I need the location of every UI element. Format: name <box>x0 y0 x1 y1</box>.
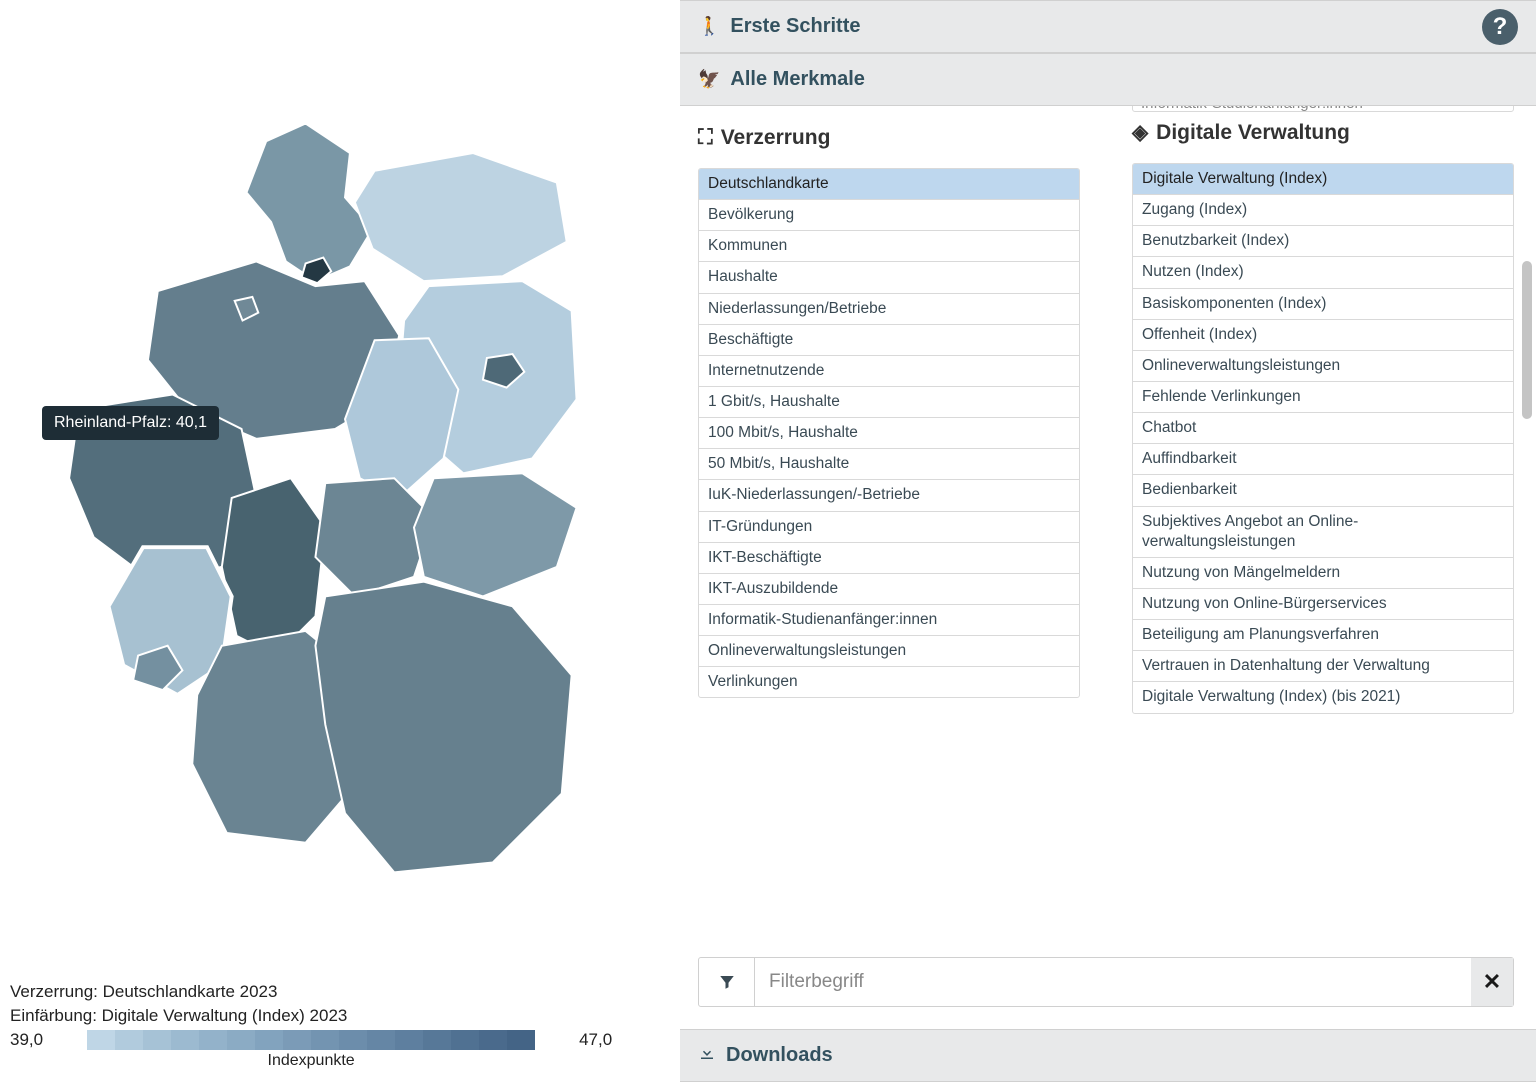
list-item[interactable]: Verlinkungen <box>699 667 1079 697</box>
list-item[interactable]: Digitale Verwaltung (Index) <box>1133 164 1513 195</box>
list-item[interactable]: Digitale Verwaltung (Index) (bis 2021) <box>1133 682 1513 712</box>
list-item[interactable]: IKT-Beschäftigte <box>699 543 1079 574</box>
list-item[interactable]: Beteiligung am Planungsverfahren <box>1133 620 1513 651</box>
panel-title: Downloads <box>726 1044 833 1067</box>
scrollbar[interactable] <box>1522 261 1532 419</box>
list-item[interactable]: Kommunen <box>699 231 1079 262</box>
list-item[interactable]: Nutzen (Index) <box>1133 257 1513 288</box>
panel-erste-schritte[interactable]: 🚶 Erste Schritte ? <box>680 0 1536 53</box>
map-meta: Verzerrung: Deutschlandkarte 2023 Einfär… <box>10 976 680 1072</box>
state-sachsen[interactable] <box>414 473 577 596</box>
list-item[interactable]: Vertrauen in Datenhaltung der Verwaltung <box>1133 651 1513 682</box>
state-schleswig-holstein[interactable] <box>246 124 372 282</box>
choropleth-map[interactable]: Rheinland-Pfalz: 40,1 <box>10 10 680 976</box>
list-item[interactable]: Deutschlandkarte <box>699 169 1079 200</box>
legend-max: 47,0 <box>579 1030 612 1050</box>
list-item[interactable]: Fehlende Verlinkungen <box>1133 382 1513 413</box>
list-item[interactable]: Auffindbarkeit <box>1133 444 1513 475</box>
panel-title: Erste Schritte <box>730 15 860 38</box>
list-item[interactable]: Internetnutzende <box>699 356 1079 387</box>
list-item[interactable]: Beschäftigte <box>699 325 1079 356</box>
verzerrung-heading: ⛶ Verzerrung <box>698 126 1080 150</box>
distort-icon: ⛶ <box>698 126 713 150</box>
list-item[interactable]: 50 Mbit/s, Haushalte <box>699 449 1079 480</box>
list-item[interactable]: IuK-Niederlassungen/-Betriebe <box>699 480 1079 511</box>
map-legend: 39,0 Indexpunkte 47,0 <box>10 1030 680 1070</box>
filter-clear-button[interactable]: ✕ <box>1471 958 1513 1006</box>
paint-icon: ◈ <box>1132 120 1148 145</box>
list-item[interactable]: Haushalte <box>699 262 1079 293</box>
list-item[interactable]: Zugang (Index) <box>1133 195 1513 226</box>
list-item[interactable]: Nutzung von Online-Bürgerservices <box>1133 589 1513 620</box>
digital-heading: ◈ Digitale Verwaltung <box>1132 120 1514 145</box>
list-item[interactable]: IKT-Auszubildende <box>699 574 1079 605</box>
eagle-icon: 🦅 <box>698 69 720 90</box>
legend-min: 39,0 <box>10 1030 43 1050</box>
list-item[interactable]: Bevölkerung <box>699 200 1079 231</box>
filter-input[interactable] <box>755 958 1471 1006</box>
state-hessen[interactable] <box>222 478 325 655</box>
legend-label: Indexpunkte <box>268 1052 355 1070</box>
truncated-item[interactable]: Informatik-Studienanfänger:innen <box>1132 106 1514 112</box>
list-item[interactable]: Nutzung von Mängelmeldern <box>1133 558 1513 589</box>
filter-icon <box>699 958 755 1006</box>
verzerrung-list: DeutschlandkarteBevölkerungKommunenHaush… <box>698 168 1080 698</box>
map-tooltip: Rheinland-Pfalz: 40,1 <box>42 406 219 440</box>
list-item[interactable]: Bedienbarkeit <box>1133 475 1513 506</box>
help-button[interactable]: ? <box>1482 9 1518 45</box>
list-item[interactable]: Chatbot <box>1133 413 1513 444</box>
list-item[interactable]: 1 Gbit/s, Haushalte <box>699 387 1079 418</box>
state-mecklenburg-vorpommern[interactable] <box>355 153 567 281</box>
digital-list: Digitale Verwaltung (Index)Zugang (Index… <box>1132 163 1514 714</box>
meta-einfaerbung: Einfärbung: Digitale Verwaltung (Index) … <box>10 1006 680 1026</box>
download-icon <box>698 1044 716 1067</box>
list-item[interactable]: IT-Gründungen <box>699 512 1079 543</box>
list-item[interactable]: Onlineverwaltungsleistungen <box>1133 351 1513 382</box>
panel-downloads[interactable]: Downloads <box>680 1029 1536 1082</box>
list-item[interactable]: 100 Mbit/s, Haushalte <box>699 418 1079 449</box>
panel-alle-merkmale[interactable]: 🦅 Alle Merkmale <box>680 53 1536 106</box>
meta-verzerrung: Verzerrung: Deutschlandkarte 2023 <box>10 982 680 1002</box>
filter-bar: ✕ <box>698 957 1514 1007</box>
state-bayern[interactable] <box>315 582 571 873</box>
walk-icon: 🚶 <box>698 16 720 37</box>
list-item[interactable]: Informatik-Studienanfänger:innen <box>699 605 1079 636</box>
list-item[interactable]: Basiskomponenten (Index) <box>1133 289 1513 320</box>
panel-title: Alle Merkmale <box>730 68 865 91</box>
list-item[interactable]: Onlineverwaltungsleistungen <box>699 636 1079 667</box>
list-item[interactable]: Benutzbarkeit (Index) <box>1133 226 1513 257</box>
list-item[interactable]: Niederlassungen/Betriebe <box>699 294 1079 325</box>
list-item[interactable]: Subjektives Angebot an Online-verwaltung… <box>1133 507 1513 558</box>
list-item[interactable]: Offenheit (Index) <box>1133 320 1513 351</box>
